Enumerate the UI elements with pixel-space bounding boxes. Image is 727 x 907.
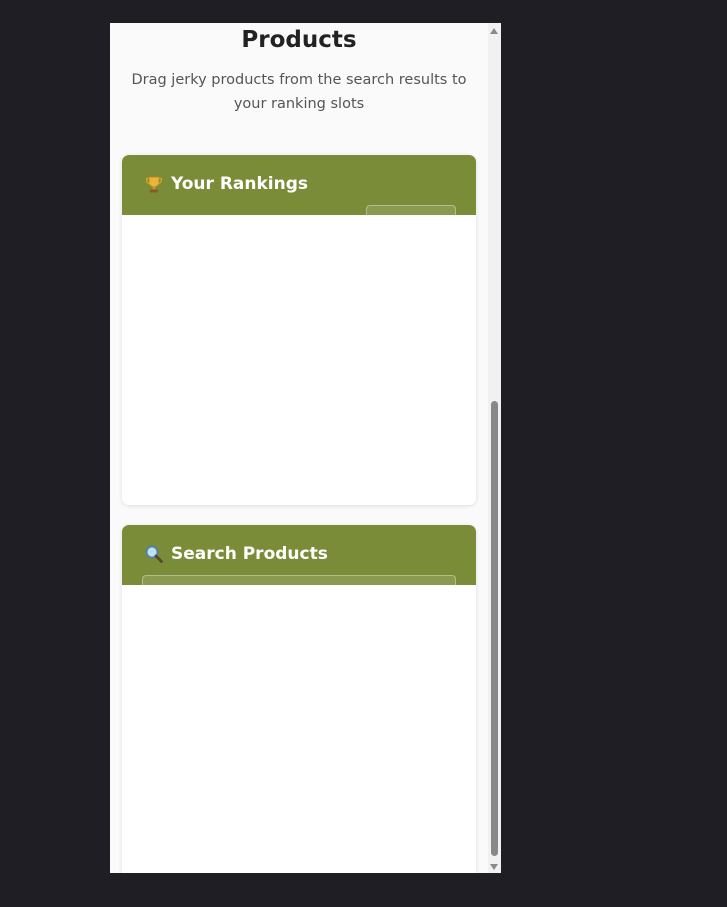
rankings-header: Your Rankings [122,155,476,216]
scroll-up-arrow-icon[interactable] [490,28,498,34]
search-title: Search Products [171,544,328,564]
rankings-drop-area[interactable] [122,215,476,505]
magnifier-icon [144,544,164,564]
scroll-down-arrow-icon[interactable] [490,864,498,870]
page-content: Products Drag jerky products from the se… [110,23,488,873]
app-frame: Products Drag jerky products from the se… [110,23,501,873]
rankings-title-row: Your Rankings [144,174,308,194]
page-subtitle: Drag jerky products from the search resu… [131,72,467,112]
rankings-card: Your Rankings [122,155,476,505]
vertical-scrollbar[interactable] [488,23,501,873]
search-title-row: Search Products [144,544,328,564]
search-card: Search Products [122,525,476,873]
search-header: Search Products [122,525,476,586]
trophy-icon [144,174,164,194]
page-title: Products [241,27,357,53]
rankings-title: Your Rankings [171,174,309,194]
scrollbar-thumb[interactable] [491,401,498,856]
search-results-area [122,585,476,873]
